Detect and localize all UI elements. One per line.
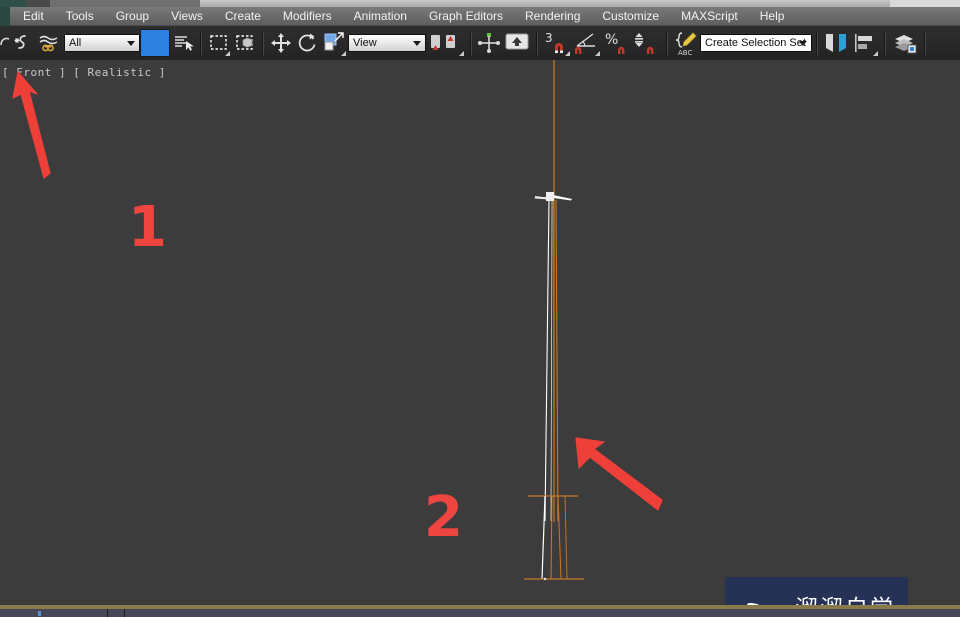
snaps-toggle-icon[interactable]: 3 — [542, 28, 572, 58]
main-toolbar: All View 3 % ABC Create Selection Set — [0, 26, 960, 61]
select-and-manipulate-icon[interactable] — [476, 29, 502, 57]
mirror-icon[interactable] — [822, 29, 850, 57]
svg-text:3: 3 — [545, 31, 553, 45]
window-crossing-icon[interactable] — [232, 29, 258, 57]
menu-item-create[interactable]: Create — [214, 7, 272, 25]
arrow-to-object-base — [575, 437, 663, 511]
status-bar[interactable] — [0, 609, 960, 617]
svg-text:%: % — [605, 32, 618, 48]
toolbar-separator — [924, 31, 926, 55]
chevron-down-icon — [799, 41, 807, 46]
selection-filter-dropdown[interactable]: All — [64, 34, 140, 52]
menu-item-maxscript[interactable]: MAXScript — [670, 7, 749, 25]
track-tick — [124, 609, 125, 617]
viewport-front[interactable]: [ Front ] [ Realistic ] 1 2 — [0, 60, 960, 605]
app-icon — [0, 0, 26, 7]
window-controls[interactable] — [890, 0, 960, 7]
layer-manager-icon[interactable] — [890, 29, 920, 57]
percent-snap-toggle-icon[interactable]: % — [602, 29, 632, 57]
select-and-place-icon[interactable] — [502, 29, 532, 57]
watermark: 溜溜自学 ZIXUE.3D66.COM — [725, 577, 908, 605]
toolbar-separator — [200, 31, 202, 55]
menu-item-modifiers[interactable]: Modifiers — [272, 7, 343, 25]
object-color-swatch[interactable] — [140, 29, 170, 57]
named-selection-set-placeholder: Create Selection Set — [705, 37, 806, 49]
arrow-to-viewport-label — [12, 71, 51, 179]
menu-item-graph-editors[interactable]: Graph Editors — [418, 7, 514, 25]
abc-label: ABC — [678, 49, 692, 56]
menu-item-help[interactable]: Help — [749, 7, 796, 25]
edit-named-selection-sets-icon[interactable]: ABC — [672, 29, 700, 57]
time-slider-handle[interactable] — [38, 611, 41, 616]
select-and-link-icon[interactable] — [10, 29, 36, 57]
undo-icon[interactable] — [0, 29, 10, 57]
watermark-text: 溜溜自学 ZIXUE.3D66.COM — [795, 596, 921, 605]
turbine-tower — [544, 199, 559, 522]
title-bar-dark-segment — [26, 0, 50, 7]
toolbar-separator — [470, 31, 472, 55]
toolbar-separator — [666, 31, 668, 55]
select-by-name-icon[interactable] — [170, 29, 196, 57]
chevron-down-icon — [413, 41, 421, 46]
watermark-title: 溜溜自学 — [795, 596, 921, 605]
select-and-scale-icon[interactable] — [320, 28, 348, 58]
toolbar-separator — [536, 31, 538, 55]
named-selection-set-dropdown[interactable]: Create Selection Set — [700, 34, 812, 52]
reference-coordinate-system-dropdown[interactable]: View — [348, 34, 426, 52]
selection-filter-value: All — [69, 37, 82, 49]
track-tick — [107, 609, 108, 617]
application-window: Edit Tools Group Views Create Modifiers … — [0, 0, 960, 617]
menu-item-customize[interactable]: Customize — [591, 7, 670, 25]
callout-number-1: 1 — [128, 195, 167, 260]
menu-item-edit[interactable]: Edit — [12, 7, 55, 25]
menu-item-animation[interactable]: Animation — [343, 7, 418, 25]
quick-access-toolbar[interactable] — [50, 0, 200, 7]
reference-coordinate-system-value: View — [353, 37, 377, 49]
rectangular-selection-region-icon[interactable] — [206, 28, 232, 58]
menu-item-group[interactable]: Group — [105, 7, 160, 25]
menu-item-tools[interactable]: Tools — [55, 7, 105, 25]
spinner-snap-toggle-icon[interactable] — [632, 29, 662, 57]
select-and-rotate-icon[interactable] — [294, 29, 320, 57]
use-center-flyout-icon[interactable] — [426, 28, 466, 58]
callout-number-2: 2 — [424, 485, 463, 550]
menu-item-rendering[interactable]: Rendering — [514, 7, 591, 25]
align-icon[interactable] — [850, 28, 880, 58]
angle-snap-toggle-icon[interactable] — [572, 28, 602, 58]
chevron-down-icon — [127, 41, 135, 46]
toolbar-separator — [816, 31, 818, 55]
toolbar-separator — [262, 31, 264, 55]
unlink-selection-icon[interactable] — [36, 29, 62, 57]
menu-bar-corner-accent — [0, 7, 10, 26]
title-bar — [0, 0, 960, 7]
select-and-move-icon[interactable] — [268, 29, 294, 57]
menu-bar: Edit Tools Group Views Create Modifiers … — [0, 7, 960, 26]
menu-item-views[interactable]: Views — [160, 7, 214, 25]
toolbar-separator — [884, 31, 886, 55]
play-button-logo — [746, 602, 761, 605]
turbine-hub — [546, 192, 554, 201]
viewport-scene — [524, 60, 584, 581]
